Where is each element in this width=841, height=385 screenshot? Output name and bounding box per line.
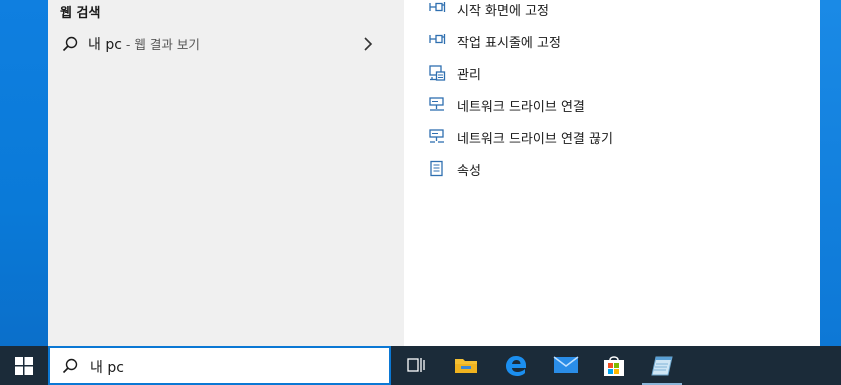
mail-button[interactable]: [541, 346, 589, 385]
search-icon: [62, 358, 78, 374]
file-explorer-button[interactable]: [442, 346, 490, 385]
search-results-panel: 웹 검색 내 pc - 웹 결과 보기 시작 화면에 고정 작업 표시줄에 고정…: [48, 0, 820, 346]
store-button[interactable]: [590, 346, 638, 385]
notepad-button[interactable]: [638, 346, 686, 385]
action-pin-to-taskbar[interactable]: 작업 표시줄에 고정: [404, 31, 820, 57]
action-properties[interactable]: 속성: [404, 159, 820, 185]
search-icon: [62, 36, 78, 52]
network-drive-icon: [429, 97, 444, 111]
desktop-background-right: [820, 0, 841, 346]
file-explorer-icon: [455, 359, 477, 373]
action-pin-to-start[interactable]: 시작 화면에 고정: [404, 0, 820, 25]
task-view-icon: [407, 358, 425, 372]
start-button[interactable]: [0, 346, 48, 385]
task-view-button[interactable]: [392, 346, 440, 385]
pin-icon: [429, 34, 446, 44]
taskbar: 내 pc: [0, 346, 841, 385]
results-list-pane: 웹 검색 내 pc - 웹 결과 보기: [48, 0, 404, 346]
chevron-right-icon[interactable]: [362, 36, 374, 52]
action-disconnect-network-drive[interactable]: 네트워크 드라이브 연결 끊기: [404, 127, 820, 153]
taskbar-search-box[interactable]: 내 pc: [48, 346, 391, 385]
action-manage[interactable]: 관리: [404, 63, 820, 89]
action-label: 작업 표시줄에 고정: [457, 36, 561, 51]
web-result-text: 내 pc - 웹 결과 보기: [88, 34, 200, 54]
web-result-query: 내 pc: [88, 37, 122, 53]
action-label: 시작 화면에 고정: [457, 4, 549, 19]
section-title-web-search: 웹 검색: [60, 6, 101, 21]
edge-button[interactable]: [492, 346, 540, 385]
action-map-network-drive[interactable]: 네트워크 드라이브 연결: [404, 95, 820, 121]
properties-icon: [430, 160, 443, 177]
notepad-icon: [651, 356, 673, 376]
actions-pane: 시작 화면에 고정 작업 표시줄에 고정 관리 네트워크 드라이브 연결 네트워…: [404, 0, 820, 346]
store-icon: [604, 356, 624, 376]
mail-icon: [553, 356, 579, 373]
computer-management-icon: [429, 65, 446, 81]
network-drive-disconnect-icon: [429, 129, 444, 143]
web-result-suffix: - 웹 결과 보기: [121, 37, 200, 52]
web-search-result[interactable]: 내 pc - 웹 결과 보기: [48, 30, 404, 58]
search-input[interactable]: 내 pc: [90, 357, 124, 377]
edge-icon: [506, 356, 526, 376]
action-label: 네트워크 드라이브 연결: [457, 100, 585, 115]
windows-start-icon: [15, 357, 33, 375]
pin-icon: [429, 2, 446, 12]
action-label: 관리: [457, 68, 481, 83]
desktop-background-left: [0, 0, 48, 346]
action-label: 네트워크 드라이브 연결 끊기: [457, 132, 613, 147]
action-label: 속성: [457, 164, 481, 179]
